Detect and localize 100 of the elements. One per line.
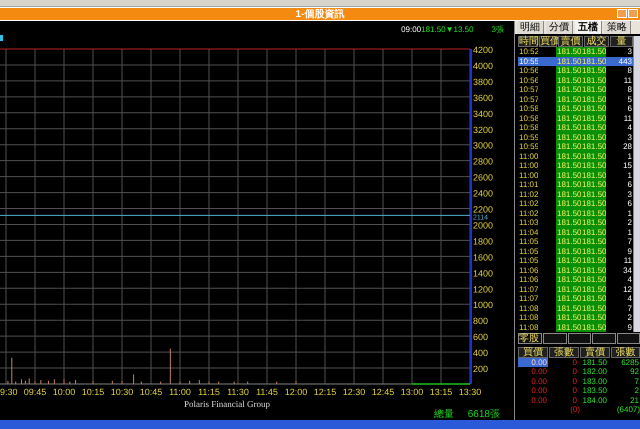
trade-row[interactable]: 11:08 181.50181.50 9 [518,322,633,332]
table-cell: 11:00 [518,161,538,170]
table-cell: 181.50 [581,104,606,114]
table-cell: 28 [606,142,633,152]
trade-row[interactable]: 11:01 181.50181.50 6 [518,180,633,190]
table-cell: 181.50 [556,237,581,246]
y-axis-label: 400 [473,348,488,358]
table-cell: 15 [606,161,633,170]
table-cell: 4 [606,123,633,132]
trade-row[interactable]: 10:57 181.50181.50 8 [518,85,633,94]
table-cell: 11:08 [518,313,538,322]
trade-row[interactable]: 10:55 181.50181.50 443 [518,56,633,66]
y-axis-label: 1000 [473,300,494,310]
y-axis-label: 2600 [473,172,494,182]
x-axis-label: 10:30 [110,386,134,397]
trade-row[interactable]: 11:05 181.50181.50 7 [518,237,633,246]
y-axis-label: 200 [473,364,488,374]
trade-row[interactable]: 10:56 181.50181.50 11 [518,76,633,85]
panel-tab[interactable]: 分價 [546,21,573,34]
x-axis-label: 13:00 [400,386,424,397]
table-cell: 6 [606,180,633,190]
trade-row[interactable]: 11:00 181.50181.50 15 [518,161,633,170]
x-axis-label: 13:30 [458,386,482,397]
y-axis-label: 600 [473,332,488,342]
table-cell: 181.50 [556,256,581,266]
trade-row[interactable]: 11:00 181.50181.50 1 [518,170,633,180]
trade-row[interactable]: 11:02 181.50181.50 1 [518,208,633,218]
table-cell: 181.50 [581,123,606,132]
y-axis-label: 1800 [473,236,494,246]
trade-row[interactable]: 11:02 181.50181.50 6 [518,199,633,208]
table-cell: 6 [606,199,633,208]
table-cell: 4 [606,294,633,304]
table-cell: 181.50 [556,85,581,94]
table-cell: 181.50 [556,275,581,284]
trade-row[interactable]: 11:08 181.50181.50 7 [518,304,633,313]
y-axis-label: 2200 [473,204,494,214]
trade-row[interactable]: 11:03 181.50181.50 2 [518,218,633,228]
quote-summary: 09:00181.50▼13.50 [401,25,474,34]
table-cell: 3 [606,47,633,56]
table-cell: 11:03 [518,218,538,228]
table-cell: 10:56 [518,66,538,76]
column-header: 張數 [549,347,579,358]
trade-row[interactable]: 11:06 181.50181.50 4 [518,275,633,284]
panel-tab[interactable]: 明細 [517,21,544,34]
trade-row[interactable]: 11:06 181.50181.50 34 [518,266,633,275]
table-cell: 11:05 [518,256,538,266]
y-axis-label: 2800 [473,156,494,166]
bid-price-cell[interactable]: 0.00 [518,358,548,368]
table-cell: 2 [606,218,633,228]
provider-credit: Polaris Financial Group [183,398,271,410]
table-cell: 181.50 [556,47,581,56]
y-axis-label: 2400 [473,188,494,198]
restore-button[interactable] [628,9,638,18]
table-cell: 181.50 [556,180,581,190]
y-axis-label: 3200 [473,124,494,135]
table-cell: 181.50 [581,180,606,190]
column-header: 量 [610,36,633,47]
total-volume-label: 總量 [434,410,454,420]
column-header: 賣價 [580,347,610,358]
table-cell: 181.50 [581,294,606,304]
table-cell: 181.50 [556,294,581,304]
axis-highlight-line [412,383,470,385]
table-cell: 11:02 [518,199,538,208]
y-axis-label: 1600 [473,252,494,262]
trade-row[interactable]: 11:07 181.50181.50 4 [518,294,633,304]
x-axis-label: 13:15 [430,386,452,397]
table-cell: 10:57 [518,85,538,94]
x-axis-label: 10:15 [82,386,104,397]
table-cell: 10:52 [518,47,538,56]
table-cell: 181.50 [581,218,606,228]
trade-row[interactable]: 11:02 181.50181.50 3 [518,190,633,199]
trade-row[interactable]: 10:52 181.50181.50 3 [518,47,633,56]
table-cell: 6 [606,104,633,114]
scrollbar[interactable] [633,36,640,332]
x-axis-label: 10:00 [52,386,76,397]
y-axis-label: 1400 [473,268,494,278]
panel-tab[interactable]: 策略 [604,21,631,34]
y-axis-label: 4000 [473,60,494,71]
y-axis-label: 4200 [473,44,494,55]
minimize-button[interactable] [617,9,627,18]
trade-row[interactable]: 10:56 181.50181.50 8 [518,66,633,76]
trade-row[interactable]: 11:08 181.50181.50 2 [518,313,633,322]
y-axis-label: 3800 [473,76,494,87]
table-cell: 181.50 [581,161,606,170]
odd-lot-label: 零股 [518,333,542,344]
trade-row[interactable]: 10:57 181.50181.50 5 [518,94,633,104]
trade-row[interactable]: 11:04 181.50181.50 1 [518,228,633,237]
total-volume-value: 6618張 [468,410,500,420]
table-cell: 181.50 [556,142,581,152]
trade-row[interactable]: 11:05 181.50181.50 11 [518,256,633,266]
table-cell: 181.50 [556,104,581,114]
trade-row[interactable]: 11:07 181.50181.50 12 [518,284,633,294]
x-axis-label: 9:30 [0,386,18,397]
table-cell: 181.50 [556,199,581,208]
column-header: 張數 [611,347,640,358]
panel-tab[interactable]: 五檔 [575,21,602,34]
trade-row[interactable]: 11:05 181.50181.50 9 [518,246,633,256]
trade-row[interactable]: 11:00 181.50181.50 1 [518,152,633,161]
table-cell: 11 [606,256,633,266]
table-cell: 181.50 [581,66,606,76]
